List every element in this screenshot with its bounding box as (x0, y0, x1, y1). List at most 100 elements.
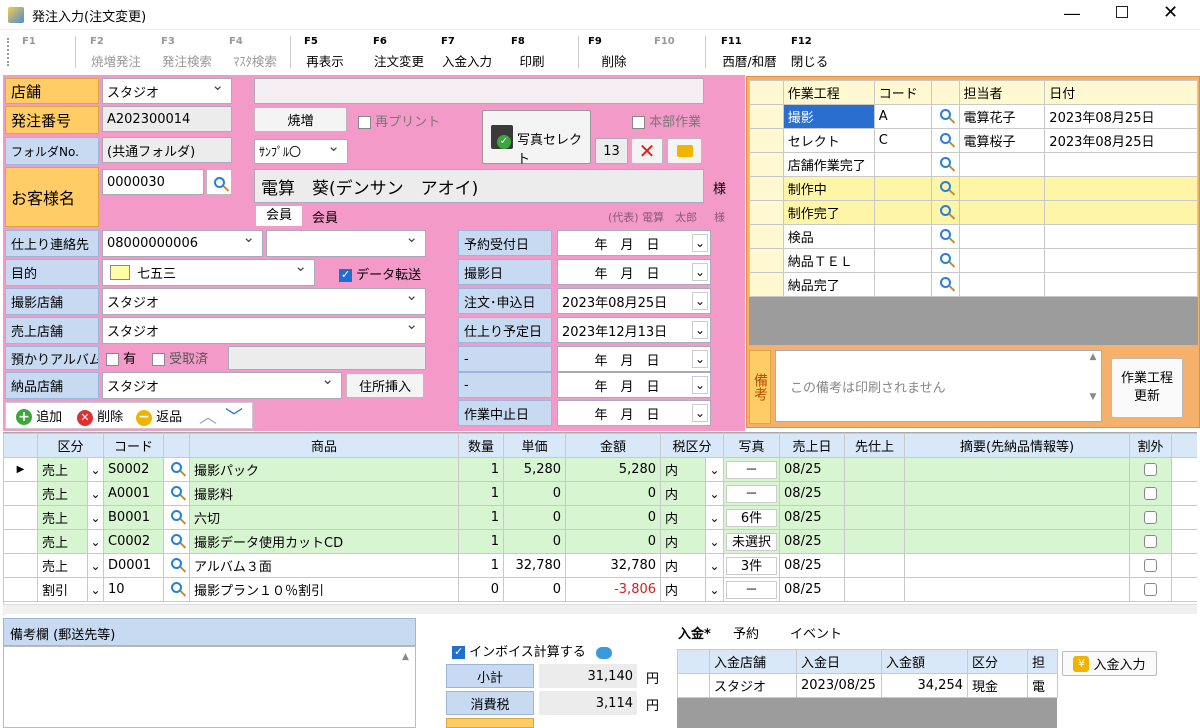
row-tax[interactable]: 内 (660, 481, 707, 506)
row-kubun[interactable]: 売上 (37, 481, 88, 506)
checkbox-icon[interactable] (1144, 511, 1158, 524)
date-field[interactable]: 年 月 日 ⌄ (557, 259, 711, 285)
data-transfer-checkbox[interactable]: データ転送 (339, 264, 421, 283)
row-pre-finish[interactable] (844, 457, 906, 482)
row-price[interactable]: 32,780 (503, 553, 567, 578)
album-received-checkbox[interactable]: 受取済 (152, 348, 208, 367)
row-code[interactable]: C0002 (103, 529, 165, 554)
row-pre-finish[interactable] (844, 481, 906, 506)
chevron-down-icon[interactable]: ⌄ (86, 505, 105, 530)
row-qty[interactable]: 1 (458, 553, 505, 578)
row-price[interactable]: 0 (503, 529, 567, 554)
row-discount-checkbox[interactable] (1129, 505, 1173, 530)
table-row[interactable]: 売上 ⌄ D0001 アルバム３面 1 32,780 32,780 内 ⌄ 3件 08/25 (3, 553, 1197, 578)
workflow-search[interactable] (930, 248, 960, 273)
fkey-f8[interactable]: F8 印刷 (507, 36, 557, 70)
row-tax[interactable]: 内 (660, 457, 707, 482)
invoice-checkbox[interactable]: インボイス計算する (452, 641, 612, 660)
row-summary[interactable] (904, 577, 1131, 602)
row-photo[interactable]: － (723, 481, 781, 506)
row-tax[interactable]: 内 (660, 529, 707, 554)
album-received-check-icon[interactable] (152, 353, 165, 366)
close-icon[interactable]: ✕ (1163, 2, 1178, 23)
workflow-row[interactable]: 検品 (749, 224, 1198, 249)
album-has-checkbox[interactable]: 有 (106, 348, 136, 367)
workflow-row[interactable]: セレクト C 電算桜子 2023年08月25日 (749, 128, 1198, 153)
row-pre-finish[interactable] (844, 577, 906, 602)
row-price[interactable]: 0 (503, 577, 567, 602)
table-row[interactable]: 割引 ⌄ 10 撮影プラン１０％割引 0 0 -3,806 内 ⌄ － 08/25 (3, 577, 1197, 602)
row-tax[interactable]: 内 (660, 577, 707, 602)
album-has-check-icon[interactable] (106, 353, 119, 366)
date-dropdown-icon[interactable]: ⌄ (692, 321, 708, 339)
workflow-code[interactable] (873, 272, 932, 297)
chevron-down-icon[interactable]: ⌄ (705, 481, 725, 506)
folder-button[interactable] (667, 138, 702, 164)
workflow-row[interactable]: 納品完了 (749, 272, 1198, 297)
workflow-date[interactable] (1044, 152, 1198, 177)
row-date[interactable]: 08/25 (779, 553, 846, 578)
row-search[interactable] (163, 553, 191, 578)
tab-2[interactable]: イベント (790, 623, 842, 642)
move-up-icon[interactable]: ︿ (199, 403, 217, 429)
table-row[interactable]: 売上 ⌄ A0001 撮影料 1 0 0 内 ⌄ － 08/25 (3, 481, 1197, 506)
workflow-date[interactable]: 2023年08月25日 (1044, 104, 1198, 129)
row-discount-checkbox[interactable] (1129, 553, 1173, 578)
date-field[interactable]: 2023年12月13日 ⌄ (557, 317, 711, 343)
fkey-f9[interactable]: F9 削除 (584, 36, 644, 70)
row-photo[interactable]: 3件 (723, 553, 781, 578)
workflow-row[interactable]: 制作中 (749, 176, 1198, 201)
row-pre-finish[interactable] (844, 529, 906, 554)
row-discount-checkbox[interactable] (1129, 481, 1173, 506)
row-discount-checkbox[interactable] (1129, 457, 1173, 482)
workflow-date[interactable] (1044, 176, 1198, 201)
workflow-row[interactable]: 制作完了 (749, 200, 1198, 225)
chevron-down-icon[interactable]: ⌄ (86, 553, 105, 578)
workflow-date[interactable] (1044, 200, 1198, 225)
row-tax[interactable]: 内 (660, 505, 707, 530)
workflow-code[interactable]: A (873, 104, 932, 129)
table-row[interactable]: 売上 ⌄ B0001 六切 1 0 0 内 ⌄ 6件 08/25 (3, 505, 1197, 530)
delete-x-button[interactable]: ✕ (631, 138, 663, 164)
sample-select[interactable]: ｻﾝﾌﾟﾙ〇 (254, 139, 348, 164)
row-discount-checkbox[interactable] (1129, 577, 1173, 602)
memo-scroll-up-icon[interactable]: ▲ (402, 652, 409, 662)
workflow-code[interactable] (873, 248, 932, 273)
workflow-search[interactable] (930, 152, 960, 177)
chevron-down-icon[interactable]: ⌄ (705, 505, 725, 530)
return-row-button[interactable]: − 返品 (136, 406, 182, 426)
table-row[interactable]: ▶ 売上 ⌄ S0002 撮影パック 1 5,280 5,280 内 ⌄ － 08/25 (3, 457, 1197, 482)
workflow-update-button[interactable]: 作業工程 更新 (1111, 358, 1183, 418)
tab-0[interactable]: 入金* (678, 623, 711, 642)
row-search[interactable] (163, 577, 191, 602)
shoot-store-select[interactable]: スタジオ (102, 288, 426, 315)
row-summary[interactable] (904, 553, 1131, 578)
row-kubun[interactable]: 売上 (37, 505, 88, 530)
row-qty[interactable]: 1 (458, 457, 505, 482)
purpose-select[interactable]: 七五三 (102, 259, 315, 286)
row-summary[interactable] (904, 505, 1131, 530)
workflow-search[interactable] (930, 104, 960, 129)
row-search[interactable] (163, 505, 191, 530)
customer-code-field[interactable]: 0000030 (102, 169, 204, 195)
chevron-down-icon[interactable]: ⌄ (86, 577, 105, 602)
workflow-search[interactable] (930, 224, 960, 249)
date-field[interactable]: 年 月 日 ⌄ (557, 400, 711, 426)
workflow-row[interactable]: 店舗作業完了 (749, 152, 1198, 177)
delete-row-button[interactable]: ✕ 削除 (77, 406, 123, 426)
honbu-check-icon[interactable] (632, 116, 645, 129)
add-row-button[interactable]: + 追加 (16, 406, 62, 425)
date-field[interactable]: 2023年08月25日 ⌄ (557, 288, 711, 314)
fkey-f6[interactable]: F6 注文変更 (369, 36, 429, 70)
contact-select[interactable]: 08000000006 (102, 230, 263, 257)
maximize-icon[interactable] (1116, 6, 1128, 18)
workflow-date[interactable]: 2023年08月25日 (1044, 128, 1198, 153)
fkey-f5[interactable]: F5 再表示 (300, 36, 350, 70)
row-date[interactable]: 08/25 (779, 457, 846, 482)
photo-select-button[interactable]: ✓ 写真セレクト (482, 110, 591, 167)
workflow-row[interactable]: 納品ＴＥＬ (749, 248, 1198, 273)
row-code[interactable]: 10 (103, 577, 165, 602)
row-qty[interactable]: 1 (458, 481, 505, 506)
tab-1[interactable]: 予約 (733, 623, 759, 642)
date-dropdown-icon[interactable]: ⌄ (692, 404, 708, 422)
